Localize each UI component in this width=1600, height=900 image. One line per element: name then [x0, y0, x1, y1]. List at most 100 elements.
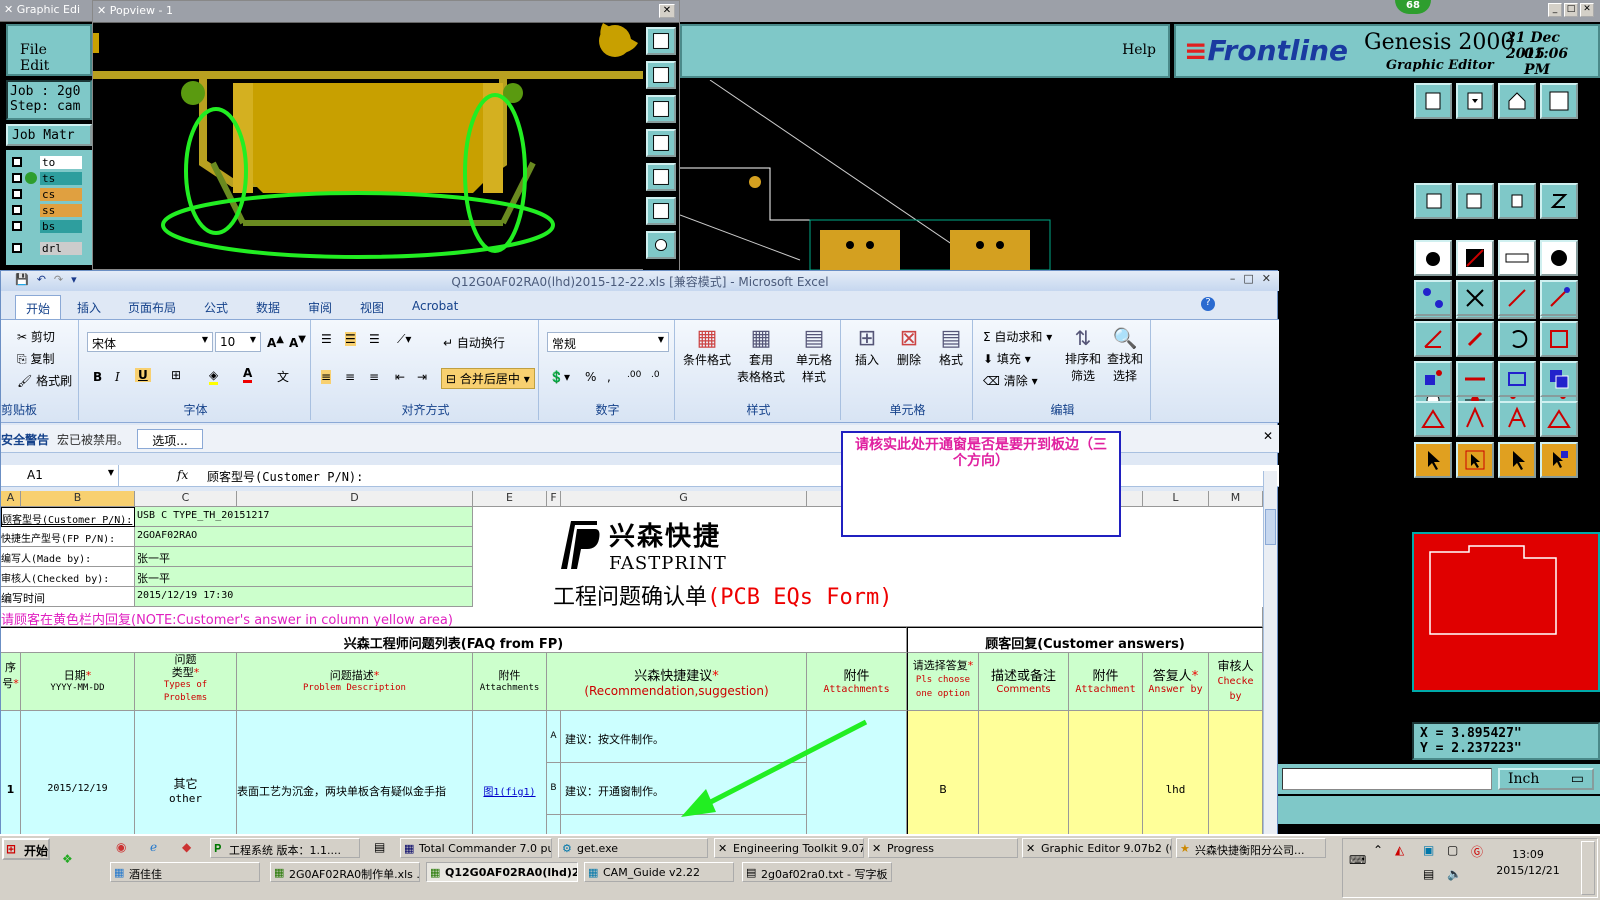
- delete-cells-button[interactable]: ⊠ 删除: [889, 326, 929, 368]
- tab-acrobat[interactable]: Acrobat: [412, 299, 458, 313]
- info-value-cell[interactable]: 张一平: [135, 567, 473, 587]
- edit-menu[interactable]: Edit: [20, 58, 49, 74]
- zoom-fit-button[interactable]: [1498, 182, 1536, 219]
- tab-home[interactable]: 开始: [15, 295, 61, 319]
- increase-decimal-icon[interactable]: .00: [627, 370, 641, 380]
- italic-icon[interactable]: I: [115, 370, 120, 384]
- row-comments[interactable]: [979, 711, 1069, 849]
- taskbar-item[interactable]: ▦ 2G0AF02RA0制作单.xls ...: [270, 862, 420, 882]
- quicklaunch-chrome-icon[interactable]: ◉: [116, 840, 126, 854]
- slash-button[interactable]: [1456, 320, 1494, 357]
- popview-center-button[interactable]: [646, 231, 676, 259]
- row-seq[interactable]: 1: [1, 711, 21, 849]
- decrease-decimal-icon[interactable]: .0: [651, 370, 660, 380]
- show-desktop-button[interactable]: [1581, 841, 1595, 895]
- header-attachments-2[interactable]: 附件 Attachments: [807, 653, 907, 711]
- taskbar-item[interactable]: ✕ Engineering Toolkit 9.07...: [714, 838, 864, 858]
- underline-icon[interactable]: U: [135, 368, 151, 382]
- fill-color-icon[interactable]: ◈: [209, 368, 219, 385]
- font-size-select[interactable]: 10 ▼: [215, 332, 261, 352]
- border-icon[interactable]: ⊞: [171, 368, 181, 382]
- align-bottom-icon[interactable]: ☰: [369, 332, 380, 346]
- cell-styles-button[interactable]: ▤ 单元格 样式: [789, 326, 839, 385]
- column-header[interactable]: G: [561, 491, 807, 507]
- fill-button[interactable]: ⬇ 填充 ▾: [983, 350, 1031, 367]
- pad2-button[interactable]: [1540, 320, 1578, 357]
- minus-button[interactable]: [1456, 360, 1494, 397]
- font-name-select[interactable]: 宋体 ▼: [87, 332, 213, 352]
- column-header[interactable]: L: [1143, 491, 1209, 507]
- section-fp-header[interactable]: 兴森工程师问题列表(FAQ from FP): [1, 627, 907, 653]
- security-options-button[interactable]: 选项...: [137, 429, 203, 449]
- header-choose[interactable]: 请选择答复* Pls choose one option: [907, 653, 979, 711]
- quicklaunch-ie-icon[interactable]: ℯ: [150, 840, 157, 854]
- tab-data[interactable]: 数据: [256, 299, 280, 316]
- indent-icon[interactable]: ⇥: [417, 370, 427, 384]
- info-value-cell[interactable]: USB C TYPE_TH_20151217: [135, 507, 473, 527]
- formula-input[interactable]: 顾客型号(Customer P/N):: [207, 468, 363, 485]
- copy-shape-button[interactable]: [1540, 360, 1578, 397]
- layer-checkbox[interactable]: [12, 189, 22, 199]
- header-comments[interactable]: 描述或备注 Comments: [979, 653, 1069, 711]
- option-b-label[interactable]: B: [547, 763, 561, 815]
- tray-icon[interactable]: Ⓖ: [1471, 843, 1483, 860]
- currency-icon[interactable]: 💲▾: [549, 370, 570, 384]
- sort-filter-button[interactable]: ⇅ 排序和 筛选: [1063, 326, 1103, 384]
- layer-row[interactable]: ts: [12, 170, 92, 186]
- cross-button[interactable]: [1456, 280, 1494, 317]
- format-painter-button[interactable]: 🖌 格式刷: [17, 372, 72, 389]
- scroll-thumb[interactable]: [1265, 509, 1276, 545]
- column-header[interactable]: B: [21, 491, 135, 507]
- layer-checkbox[interactable]: [12, 173, 22, 183]
- format-table-button[interactable]: ▦ 套用 表格格式: [735, 326, 787, 385]
- record-button[interactable]: [1414, 240, 1452, 276]
- orientation-icon[interactable]: ⟋▾: [397, 332, 411, 347]
- left-button[interactable]: [1414, 182, 1452, 219]
- align-top-icon[interactable]: ☰: [321, 332, 332, 346]
- comma-icon[interactable]: ,: [607, 370, 611, 384]
- quicklaunch-app-icon[interactable]: ◆: [182, 840, 191, 854]
- tab-review[interactable]: 审阅: [308, 299, 332, 316]
- close-button[interactable]: ✕: [1580, 3, 1594, 17]
- row-type[interactable]: 其它 other: [135, 711, 237, 849]
- security-close-icon[interactable]: ✕: [1263, 429, 1273, 443]
- mini-map[interactable]: [1412, 532, 1600, 692]
- row-answer-by[interactable]: lhd: [1143, 711, 1209, 849]
- info-label-cell[interactable]: 审核人(Checked by):: [1, 567, 135, 587]
- tray-icon[interactable]: ◭: [1395, 843, 1404, 857]
- job-matrix-button[interactable]: Job Matr: [6, 124, 92, 146]
- percent-icon[interactable]: %: [585, 370, 596, 384]
- move-button[interactable]: [1414, 360, 1452, 397]
- header-attachment-3[interactable]: 附件 Attachment: [1069, 653, 1143, 711]
- tray-network-icon[interactable]: ▤: [1423, 867, 1434, 881]
- row-attachment[interactable]: 图1(fig1): [473, 711, 547, 849]
- layer-row[interactable]: drl: [12, 240, 92, 256]
- column-header[interactable]: F: [547, 491, 561, 507]
- autosum-button[interactable]: Σ 自动求和 ▾: [983, 328, 1052, 345]
- line-button[interactable]: [1498, 280, 1536, 317]
- copy-button[interactable]: ⎘ 复制: [17, 350, 54, 367]
- clear-button[interactable]: ⌫ 清除 ▾: [983, 372, 1038, 389]
- info-value-cell[interactable]: 2GOAF02RAO: [135, 527, 473, 547]
- tab-formulas[interactable]: 公式: [204, 299, 228, 316]
- info-label-cell[interactable]: 编写人(Made by):: [1, 547, 135, 567]
- start-button[interactable]: ⊞ 开始: [2, 838, 50, 860]
- header-recommendation[interactable]: 兴森快捷建议* (Recommendation,suggestion): [547, 653, 807, 711]
- taskbar-item[interactable]: ★ 兴森快捷衡阳分公司...: [1176, 838, 1326, 858]
- taskbar-item[interactable]: ▦ Total Commander 7.0 pu...: [400, 838, 552, 858]
- maximize-button[interactable]: □: [1564, 3, 1578, 17]
- layer-checkbox[interactable]: [12, 243, 22, 253]
- column-header[interactable]: E: [473, 491, 547, 507]
- font-color-icon[interactable]: A: [243, 366, 253, 383]
- layer-row[interactable]: to: [12, 154, 92, 170]
- popview-canvas[interactable]: [93, 23, 643, 271]
- align-right-icon[interactable]: ≡: [369, 370, 379, 384]
- option-a-label[interactable]: A: [547, 711, 561, 763]
- maximize-button[interactable]: □: [1243, 272, 1253, 285]
- taskbar-item[interactable]: ▤ 2g0af02ra0.txt - 写字板: [742, 862, 892, 882]
- triangle2-button[interactable]: [1456, 401, 1494, 438]
- minimize-button[interactable]: _: [1548, 3, 1562, 17]
- info-label-cell[interactable]: 顾客型号(Customer P/N):: [1, 507, 135, 527]
- attachment-link[interactable]: 图1(fig1): [483, 787, 535, 798]
- section-customer-header[interactable]: 顾客回复(Customer answers): [907, 627, 1263, 653]
